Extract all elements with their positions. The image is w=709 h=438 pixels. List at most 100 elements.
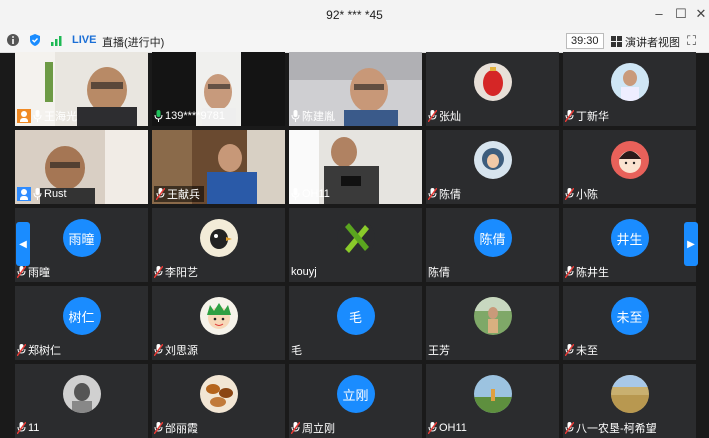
minimize-button[interactable]: – [650,6,668,21]
participant-tile[interactable]: 毛 毛 [289,286,422,360]
speaker-view-button[interactable]: 演讲者视图 [611,34,680,50]
participant-label: 刘思源 [154,342,198,358]
participant-label: 11 [17,420,39,436]
mic-muted-icon[interactable] [428,110,437,122]
participant-name: 小陈 [576,189,598,201]
participant-tile[interactable]: 立刚 周立刚 [289,364,422,438]
mic-muted-icon[interactable] [565,344,574,356]
live-badge[interactable]: LIVE [72,34,96,46]
participant-tile[interactable]: 树仁 郑树仁 [15,286,148,360]
participant-tile-video[interactable]: 陈建胤 [289,52,422,126]
participant-name: 郑树仁 [28,345,61,357]
participant-tile[interactable]: kouyj [289,208,422,282]
participant-label: kouyj [291,264,317,280]
participant-name: 11 [28,422,40,434]
mic-icon[interactable] [291,110,300,122]
participant-label: 王芳 [428,342,450,358]
participant-label: 李阳艺 [154,264,198,280]
participant-name: OH11 [439,422,467,434]
participant-name: Rust [44,188,67,200]
participant-name: 未至 [576,345,598,357]
mic-muted-icon[interactable] [17,422,26,434]
prev-page-button[interactable]: ◀ [16,222,30,266]
close-button[interactable]: ✕ [692,6,709,22]
participant-tile[interactable]: 刘思源 [152,286,285,360]
participant-tile-video[interactable]: 王海光 [15,52,148,126]
participant-tile[interactable]: 王芳 [426,286,559,360]
gallery-grid: 王海光 139****9781 陈建胤 张灿 丁新华 Rust 王献兵 OH11… [15,52,698,438]
mic-muted-icon[interactable] [428,422,437,434]
participant-label: 毛 [291,342,302,358]
participant-tile-video[interactable]: Rust [15,130,148,204]
profile-photo [473,375,512,413]
title-bar: 92* *** *45 – ☐ ✕ [0,0,709,30]
profile-photo [610,375,649,413]
participant-label: 139****9781 [154,108,225,124]
maximize-button[interactable]: ☐ [672,6,690,22]
participant-name: 周立刚 [302,423,335,435]
mic-muted-icon[interactable] [291,422,300,434]
participant-label: 王献兵 [154,186,204,202]
mic-icon[interactable] [33,110,42,122]
participant-label: 陈建胤 [291,108,335,124]
mic-icon[interactable] [33,188,42,200]
participant-tile[interactable]: 未至 未至 [563,286,696,360]
participant-tile[interactable]: 小陈 [563,130,696,204]
participant-label: 郑树仁 [17,342,61,358]
participant-name: 王献兵 [167,189,200,201]
mic-muted-icon[interactable] [565,188,574,200]
mic-active-icon[interactable] [154,110,163,122]
participant-name: 李阳艺 [165,267,198,279]
next-page-button[interactable]: ▶ [684,222,698,266]
participant-tile-video[interactable]: 王献兵 [152,130,285,204]
participant-name: 张灿 [439,111,461,123]
mic-muted-icon[interactable] [156,188,165,200]
participant-label: 周立刚 [291,420,335,436]
participant-name: kouyj [291,266,317,278]
participant-tile[interactable]: 雨曈 雨曈 [15,208,148,282]
shield-icon[interactable] [28,33,42,47]
participant-tile[interactable]: 邰丽霞 [152,364,285,438]
mic-muted-icon[interactable] [565,110,574,122]
mic-muted-icon[interactable] [154,344,163,356]
participant-name: 139****9781 [165,110,225,122]
participant-label: 八一农垦-柯希望 [565,420,657,436]
participant-label: 王海光 [17,108,77,124]
participant-name: 陈倩 [439,189,461,201]
participant-name: 陈井生 [576,267,609,279]
fullscreen-icon[interactable]: ⛶ [687,33,696,49]
text-avatar: 雨曈 [62,219,101,257]
signal-icon[interactable] [50,33,64,47]
participant-tile[interactable]: 丁新华 [563,52,696,126]
participant-tile[interactable]: 张灿 [426,52,559,126]
mic-muted-icon[interactable] [17,344,26,356]
participant-label: 未至 [565,342,598,358]
mic-icon[interactable] [291,188,300,200]
info-icon[interactable] [6,33,20,47]
profile-photo [610,141,649,179]
participant-tile[interactable]: 李阳艺 [152,208,285,282]
text-avatar: 树仁 [62,297,101,335]
participant-tile[interactable]: 11 [15,364,148,438]
profile-photo [473,297,512,335]
host-icon [17,109,31,123]
speaker-view-label: 演讲者视图 [625,37,680,49]
participant-tile-video[interactable]: OH11 [289,130,422,204]
participant-tile-video[interactable]: 139****9781 [152,52,285,126]
mic-muted-icon[interactable] [428,188,437,200]
meeting-timer: 39:30 [566,33,604,49]
grid-icon [611,36,622,47]
participant-tile[interactable]: 陈倩 [426,130,559,204]
participant-tile[interactable]: 陈倩 陈倩 [426,208,559,282]
participant-label: OH11 [428,420,467,436]
participant-tile[interactable]: 八一农垦-柯希望 [563,364,696,438]
mic-muted-icon[interactable] [17,266,26,278]
mic-muted-icon[interactable] [154,266,163,278]
mic-muted-icon[interactable] [565,422,574,434]
participant-tile[interactable]: 井生 陈井生 [563,208,696,282]
mic-muted-icon[interactable] [154,422,163,434]
participant-tile[interactable]: OH11 [426,364,559,438]
participant-name: 刘思源 [165,345,198,357]
mic-muted-icon[interactable] [565,266,574,278]
participant-name: 陈倩 [428,267,450,279]
